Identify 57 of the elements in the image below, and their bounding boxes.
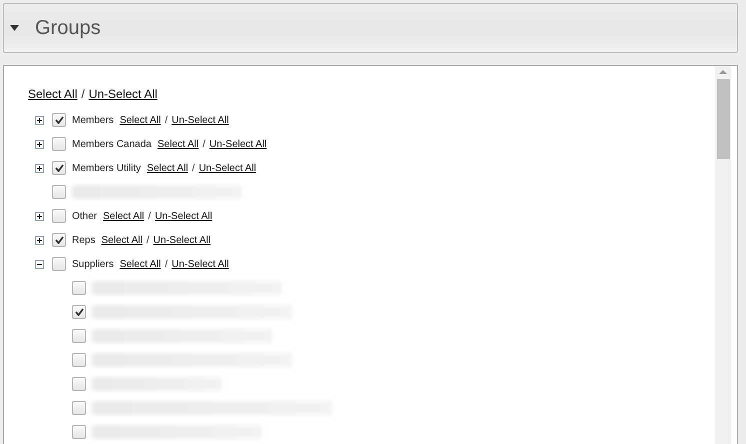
checkbox[interactable]: [52, 257, 66, 271]
expand-icon[interactable]: [35, 236, 44, 244]
checkbox[interactable]: [52, 161, 66, 175]
unselect-all-link[interactable]: Un-Select All: [154, 210, 212, 222]
scrollbar[interactable]: [715, 66, 731, 444]
group-label: Members Utility: [72, 162, 141, 174]
expand-icon[interactable]: [35, 212, 44, 220]
unselect-all-link[interactable]: Un-Select All: [198, 162, 256, 174]
select-all-link[interactable]: Select All: [28, 87, 78, 101]
expand-icon[interactable]: [35, 116, 44, 124]
checkbox[interactable]: [52, 113, 66, 127]
checkbox[interactable]: [72, 329, 86, 343]
select-all-link[interactable]: Select All: [146, 162, 188, 174]
checkmark-icon: [54, 116, 64, 124]
checkbox[interactable]: [72, 425, 86, 439]
separator: /: [146, 234, 150, 246]
group-label: Members: [72, 114, 114, 126]
checkmark-icon: [54, 236, 64, 244]
checkbox[interactable]: [52, 233, 66, 247]
checkbox[interactable]: [72, 281, 86, 295]
checkbox[interactable]: [72, 401, 86, 415]
separator: /: [164, 114, 168, 126]
select-all-link[interactable]: Select All: [157, 138, 199, 150]
separator: /: [81, 87, 85, 101]
unselect-all-link[interactable]: Un-Select All: [209, 138, 267, 150]
separator: /: [202, 138, 206, 150]
section-title: Groups: [35, 16, 101, 40]
separator: /: [148, 210, 151, 222]
group-label: Other: [72, 210, 98, 222]
collapse-icon[interactable]: [35, 260, 44, 268]
separator: /: [192, 162, 195, 174]
checkbox[interactable]: [52, 137, 66, 151]
unselect-all-link[interactable]: Un-Select All: [172, 114, 229, 126]
expand-icon[interactable]: [35, 164, 44, 172]
checkmark-icon: [74, 308, 84, 316]
group-label: Members Canada: [72, 138, 152, 150]
checkbox[interactable]: [72, 305, 86, 319]
checkmark-icon: [54, 164, 64, 172]
caret-icon[interactable]: [10, 25, 19, 31]
group-label: Reps: [72, 234, 96, 246]
group-label: Suppliers: [72, 258, 114, 270]
unselect-all-link[interactable]: Un-Select All: [153, 234, 211, 246]
checkbox[interactable]: [52, 185, 66, 199]
select-all-link[interactable]: Select All: [103, 210, 144, 222]
expand-icon[interactable]: [35, 140, 44, 148]
scroll-up-icon[interactable]: [719, 70, 727, 74]
select-all-link[interactable]: Select All: [101, 234, 142, 246]
checkbox[interactable]: [52, 209, 66, 223]
separator: /: [164, 258, 168, 270]
select-all-link[interactable]: Select All: [120, 258, 161, 270]
unselect-all-link[interactable]: Un-Select All: [88, 87, 158, 101]
groups-header[interactable]: Groups: [3, 3, 738, 53]
checkbox[interactable]: [72, 353, 86, 367]
scroll-thumb[interactable]: [716, 79, 730, 159]
select-all-link[interactable]: Select All: [120, 114, 161, 126]
checkbox[interactable]: [72, 377, 86, 391]
unselect-all-link[interactable]: Un-Select All: [172, 258, 229, 270]
